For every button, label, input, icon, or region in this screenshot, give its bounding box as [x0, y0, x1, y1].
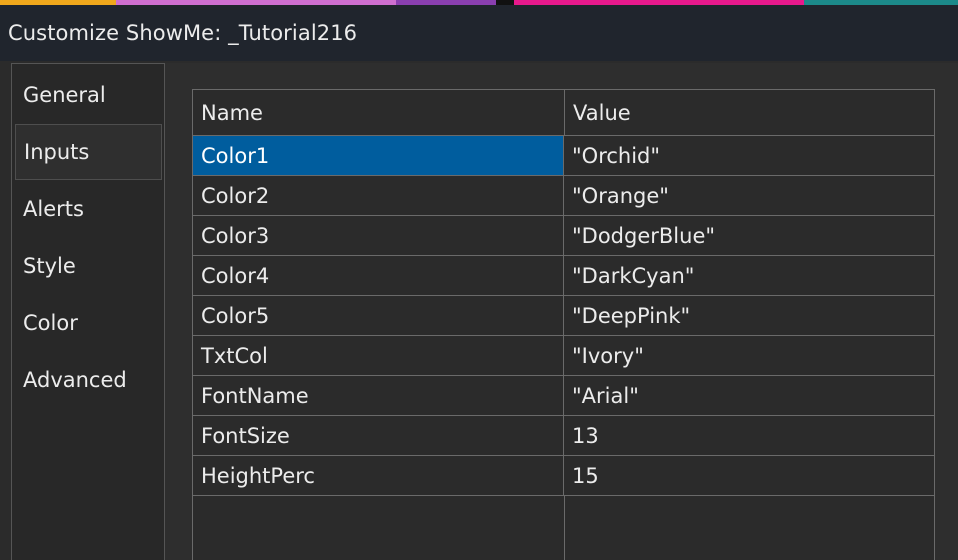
- input-value-cell[interactable]: 15: [564, 456, 934, 495]
- column-header-value[interactable]: Value: [565, 90, 934, 135]
- sidebar-item-label: Alerts: [23, 197, 84, 221]
- sidebar-item-style[interactable]: Style: [15, 238, 162, 294]
- input-value-cell[interactable]: "Arial": [564, 376, 934, 415]
- table-row[interactable]: Color4 "DarkCyan": [193, 256, 934, 296]
- dialog-title: Customize ShowMe: _Tutorial216: [8, 21, 358, 45]
- sidebar-item-alerts[interactable]: Alerts: [15, 181, 162, 237]
- input-name-cell: HeightPerc: [193, 456, 564, 495]
- sidebar-item-label: Style: [23, 254, 76, 278]
- input-name-cell: FontName: [193, 376, 564, 415]
- sidebar-item-label: General: [23, 83, 106, 107]
- input-name-cell: Color1: [193, 136, 564, 175]
- input-name-cell: TxtCol: [193, 336, 564, 375]
- input-value-cell[interactable]: "DodgerBlue": [564, 216, 934, 255]
- inputs-grid: Name Value Color1 "Orchid" Color2 "Orang…: [192, 89, 935, 560]
- sidebar-item-label: Advanced: [23, 368, 127, 392]
- sidebar-item-inputs[interactable]: Inputs: [15, 124, 162, 180]
- input-name-cell: Color3: [193, 216, 564, 255]
- sidebar-item-color[interactable]: Color: [15, 295, 162, 351]
- input-name-cell: FontSize: [193, 416, 564, 455]
- input-name-cell: Color2: [193, 176, 564, 215]
- sidebar-item-advanced[interactable]: Advanced: [15, 352, 162, 408]
- table-row[interactable]: Color2 "Orange": [193, 176, 934, 216]
- table-row[interactable]: Color1 "Orchid": [193, 136, 934, 176]
- table-row[interactable]: FontSize 13: [193, 416, 934, 456]
- sidebar-item-label: Color: [23, 311, 78, 335]
- table-row[interactable]: Color3 "DodgerBlue": [193, 216, 934, 256]
- input-value-cell[interactable]: "Orange": [564, 176, 934, 215]
- input-value-cell[interactable]: "DarkCyan": [564, 256, 934, 295]
- table-row[interactable]: Color5 "DeepPink": [193, 296, 934, 336]
- input-value-cell[interactable]: "DeepPink": [564, 296, 934, 335]
- input-value-cell[interactable]: "Ivory": [564, 336, 934, 375]
- input-name-cell: Color4: [193, 256, 564, 295]
- grid-header: Name Value: [193, 90, 934, 136]
- input-value-cell[interactable]: "Orchid": [564, 136, 934, 175]
- input-name-cell: Color5: [193, 296, 564, 335]
- sidebar-item-label: Inputs: [24, 140, 90, 164]
- column-divider: [564, 496, 565, 560]
- table-row[interactable]: FontName "Arial": [193, 376, 934, 416]
- sidebar-item-general[interactable]: General: [15, 67, 162, 123]
- table-row[interactable]: TxtCol "Ivory": [193, 336, 934, 376]
- dialog-title-bar[interactable]: Customize ShowMe: _Tutorial216: [0, 5, 958, 61]
- column-header-name[interactable]: Name: [193, 90, 565, 135]
- table-row[interactable]: HeightPerc 15: [193, 456, 934, 496]
- input-value-cell[interactable]: 13: [564, 416, 934, 455]
- settings-sidebar: General Inputs Alerts Style Color Advanc…: [11, 63, 165, 560]
